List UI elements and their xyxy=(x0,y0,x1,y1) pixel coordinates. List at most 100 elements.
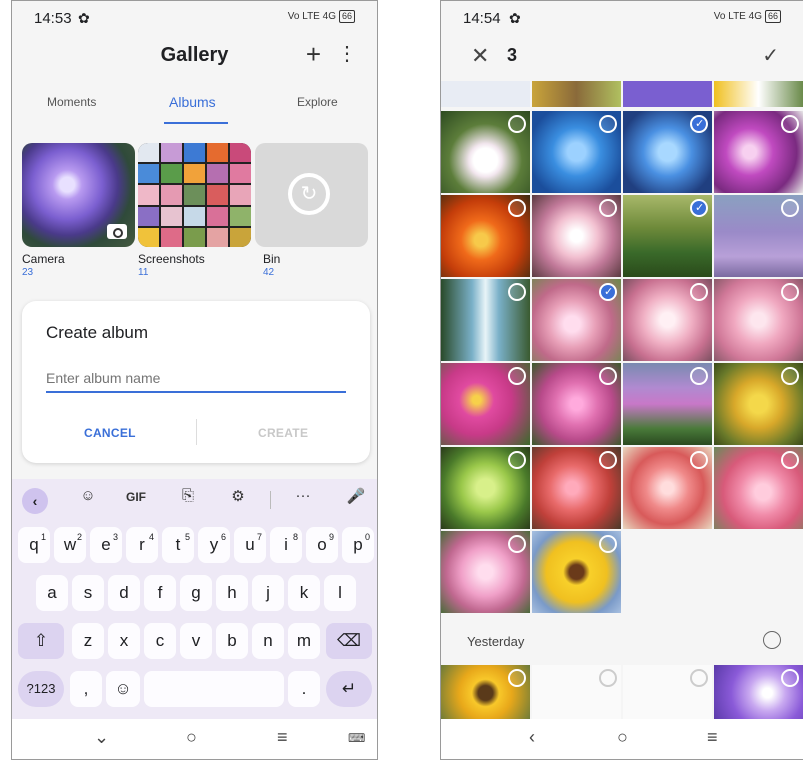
tab-moments[interactable]: Moments xyxy=(47,95,96,109)
back-arrow-icon[interactable]: ‹ xyxy=(22,488,48,514)
enter-key[interactable]: ↵ xyxy=(326,671,372,707)
key-m[interactable]: m xyxy=(288,623,320,659)
photo-thumbnail[interactable] xyxy=(532,279,621,361)
key-r[interactable]: r4 xyxy=(126,527,158,563)
comma-key[interactable]: , xyxy=(70,671,102,707)
key-o[interactable]: o9 xyxy=(306,527,338,563)
photo-thumbnail[interactable] xyxy=(532,447,621,529)
key-l[interactable]: l xyxy=(324,575,356,611)
photo-thumbnail[interactable] xyxy=(623,665,712,721)
selection-circle-icon[interactable] xyxy=(781,115,799,133)
selection-circle-icon[interactable] xyxy=(599,115,617,133)
selected-check-icon[interactable] xyxy=(690,115,708,133)
photo-thumbnail[interactable] xyxy=(441,279,530,361)
close-icon[interactable]: ✕ xyxy=(471,43,489,69)
selection-circle-icon[interactable] xyxy=(599,535,617,553)
backspace-key[interactable]: ⌫ xyxy=(326,623,372,659)
selection-circle-icon[interactable] xyxy=(690,283,708,301)
key-z[interactable]: z xyxy=(72,623,104,659)
back-icon[interactable]: ‹ xyxy=(529,727,535,748)
selection-circle-icon[interactable] xyxy=(508,367,526,385)
key-f[interactable]: f xyxy=(144,575,176,611)
photo-thumbnail[interactable] xyxy=(714,447,803,529)
key-v[interactable]: v xyxy=(180,623,212,659)
key-s[interactable]: s xyxy=(72,575,104,611)
selection-circle-icon[interactable] xyxy=(781,199,799,217)
key-q[interactable]: q1 xyxy=(18,527,50,563)
key-e[interactable]: e3 xyxy=(90,527,122,563)
more-icon[interactable]: ··· xyxy=(289,487,317,504)
selection-circle-icon[interactable] xyxy=(690,367,708,385)
selection-circle-icon[interactable] xyxy=(781,283,799,301)
photo-thumbnail[interactable] xyxy=(441,111,530,193)
key-u[interactable]: u7 xyxy=(234,527,266,563)
emoji-icon[interactable]: ☺ xyxy=(106,671,140,707)
selection-circle-icon[interactable] xyxy=(599,367,617,385)
selection-circle-icon[interactable] xyxy=(781,669,799,687)
selected-check-icon[interactable] xyxy=(690,199,708,217)
keyboard-switch-icon[interactable]: ⌨ xyxy=(348,731,365,745)
photo-thumbnail[interactable] xyxy=(532,111,621,193)
hide-keyboard-icon[interactable]: ⌄ xyxy=(94,727,109,748)
photo-thumbnail[interactable] xyxy=(532,195,621,277)
selection-circle-icon[interactable] xyxy=(508,115,526,133)
key-n[interactable]: n xyxy=(252,623,284,659)
cancel-button[interactable]: CANCEL xyxy=(84,426,136,440)
gif-button[interactable]: GIF xyxy=(122,490,150,504)
photo-thumbnail[interactable] xyxy=(441,363,530,445)
selection-circle-icon[interactable] xyxy=(690,451,708,469)
album-screenshots[interactable]: Screenshots 11 xyxy=(138,143,251,278)
selection-circle-icon[interactable] xyxy=(599,451,617,469)
photo-thumbnail[interactable] xyxy=(532,531,621,613)
photo-thumbnail[interactable] xyxy=(714,81,803,107)
key-x[interactable]: x xyxy=(108,623,140,659)
key-j[interactable]: j xyxy=(252,575,284,611)
selection-circle-icon[interactable] xyxy=(508,283,526,301)
shift-key[interactable]: ⇧ xyxy=(18,623,64,659)
home-icon[interactable]: ○ xyxy=(186,727,197,748)
key-i[interactable]: i8 xyxy=(270,527,302,563)
selection-circle-icon[interactable] xyxy=(599,199,617,217)
selection-circle-icon[interactable] xyxy=(508,199,526,217)
home-icon[interactable]: ○ xyxy=(617,727,628,748)
photo-thumbnail[interactable] xyxy=(623,447,712,529)
key-h[interactable]: h xyxy=(216,575,248,611)
key-c[interactable]: c xyxy=(144,623,176,659)
album-bin[interactable]: ↻ Bin 42 xyxy=(255,143,368,278)
add-icon[interactable]: + xyxy=(306,39,321,70)
recents-icon[interactable]: ≡ xyxy=(277,727,288,748)
space-key[interactable] xyxy=(144,671,284,707)
photo-thumbnail[interactable] xyxy=(623,279,712,361)
photo-thumbnail[interactable] xyxy=(441,447,530,529)
create-button[interactable]: CREATE xyxy=(258,426,308,440)
selection-circle-icon[interactable] xyxy=(508,451,526,469)
sticker-icon[interactable]: ☺ xyxy=(74,487,102,504)
photo-thumbnail[interactable] xyxy=(714,279,803,361)
key-t[interactable]: t5 xyxy=(162,527,194,563)
selection-circle-icon[interactable] xyxy=(508,535,526,553)
photo-thumbnail[interactable] xyxy=(532,665,621,721)
key-a[interactable]: a xyxy=(36,575,68,611)
photo-thumbnail[interactable] xyxy=(623,195,712,277)
photo-thumbnail[interactable] xyxy=(532,363,621,445)
photo-thumbnail[interactable] xyxy=(714,111,803,193)
symbols-key[interactable]: ?123 xyxy=(18,671,64,707)
photo-thumbnail[interactable] xyxy=(714,363,803,445)
photo-thumbnail[interactable] xyxy=(441,81,530,107)
photo-thumbnail[interactable] xyxy=(441,195,530,277)
photo-thumbnail[interactable] xyxy=(714,195,803,277)
photo-thumbnail[interactable] xyxy=(714,665,803,721)
tab-explore[interactable]: Explore xyxy=(297,95,338,109)
key-w[interactable]: w2 xyxy=(54,527,86,563)
settings-icon[interactable]: ⚙ xyxy=(224,487,252,505)
photo-thumbnail[interactable] xyxy=(532,81,621,107)
tab-albums[interactable]: Albums xyxy=(169,94,216,110)
album-camera[interactable]: Camera 23 xyxy=(22,143,135,278)
photo-thumbnail[interactable] xyxy=(441,665,530,721)
key-d[interactable]: d xyxy=(108,575,140,611)
selection-circle-icon[interactable] xyxy=(508,669,526,687)
microphone-icon[interactable]: 🎤 xyxy=(342,487,370,505)
album-name-input[interactable] xyxy=(46,365,346,393)
period-key[interactable]: . xyxy=(288,671,320,707)
photo-thumbnail[interactable] xyxy=(441,531,530,613)
